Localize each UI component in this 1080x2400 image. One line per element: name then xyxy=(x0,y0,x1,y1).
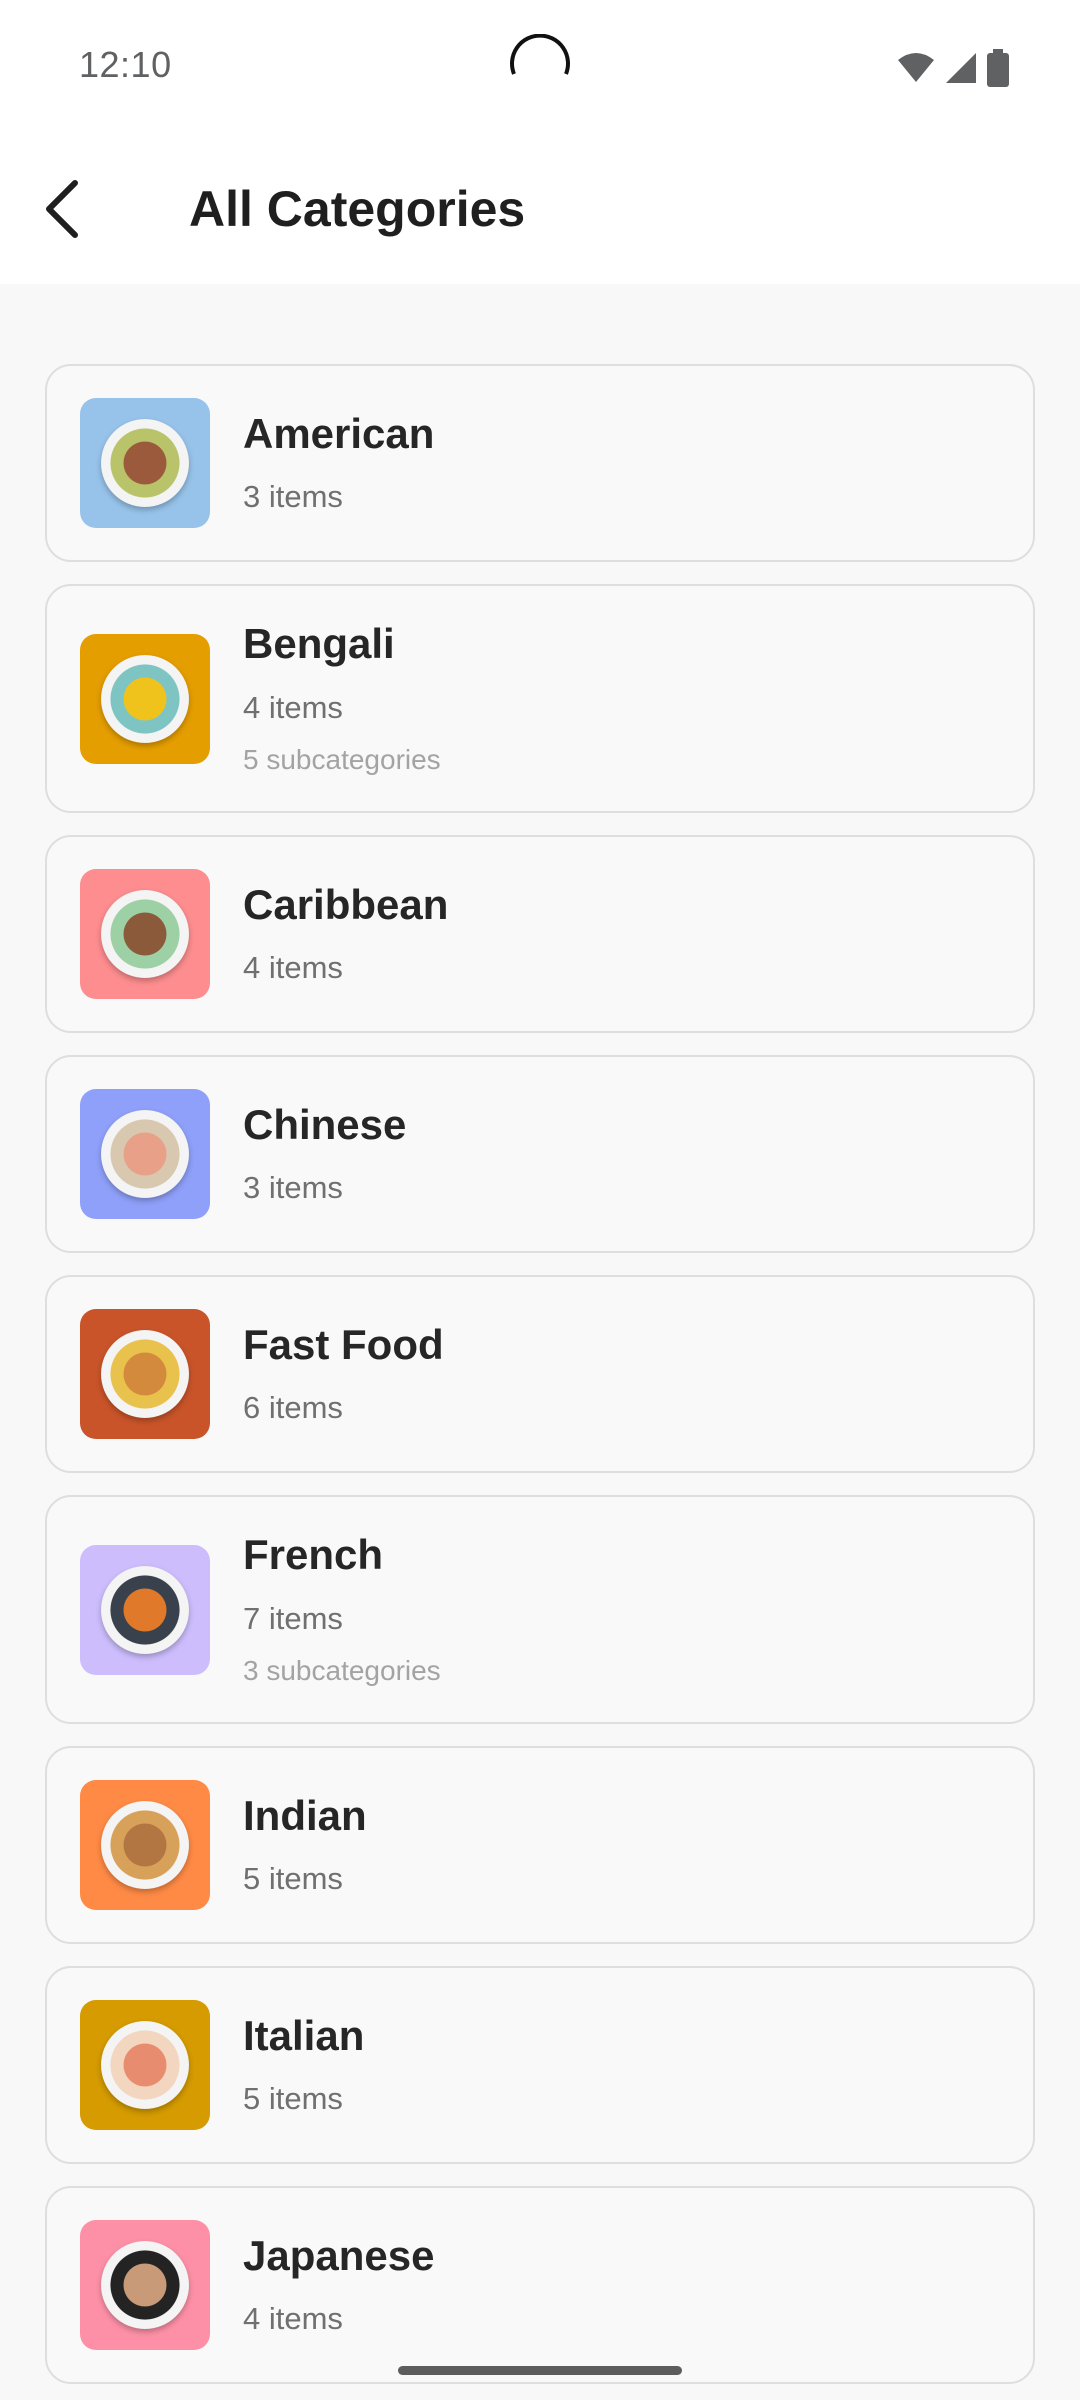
category-thumbnail xyxy=(80,1089,210,1219)
food-plate-image xyxy=(101,419,189,507)
category-thumbnail xyxy=(80,2220,210,2350)
page-title: All Categories xyxy=(189,181,526,237)
category-card[interactable]: French 7 items 3 subcategories xyxy=(45,1495,1035,1724)
category-text: Fast Food 6 items xyxy=(243,1320,444,1426)
category-text: Bengali 4 items 5 subcategories xyxy=(243,621,441,775)
category-card[interactable]: Chinese 3 items xyxy=(45,1055,1035,1253)
category-name: French xyxy=(243,1531,384,1579)
category-text: French 7 items 3 subcategories xyxy=(243,1532,441,1686)
category-item-count: 4 items xyxy=(243,689,343,725)
category-name: Italian xyxy=(243,2011,365,2059)
screen: 12:10 All Categories American 3 items Ben xyxy=(0,0,1080,2400)
category-item-count: 3 items xyxy=(243,1170,343,1206)
status-bar: 12:10 xyxy=(0,0,1080,134)
category-thumbnail xyxy=(80,633,210,764)
food-plate-image xyxy=(101,1330,189,1418)
camera-cutout-icon xyxy=(510,34,570,75)
category-card[interactable]: Indian 5 items xyxy=(45,1746,1035,1944)
category-card[interactable]: Bengali 4 items 5 subcategories xyxy=(45,584,1035,813)
category-thumbnail xyxy=(80,2000,210,2130)
category-item-count: 5 items xyxy=(243,1861,343,1897)
category-card[interactable]: Caribbean 4 items xyxy=(45,835,1035,1033)
category-name: Indian xyxy=(243,1791,367,1839)
food-plate-image xyxy=(101,1110,189,1198)
food-plate-image xyxy=(101,1565,189,1654)
food-plate-image xyxy=(101,1801,189,1889)
wifi-icon xyxy=(898,53,934,82)
category-thumbnail xyxy=(80,869,210,999)
category-list[interactable]: American 3 items Bengali 4 items 5 subcatego… xyxy=(45,364,1035,2400)
back-button[interactable] xyxy=(28,174,98,244)
category-subcategory-count: 5 subcategories xyxy=(243,743,441,775)
category-text: Japanese 4 items xyxy=(243,2231,435,2337)
category-name: Fast Food xyxy=(243,1320,444,1368)
category-text: Chinese 3 items xyxy=(243,1100,407,1206)
category-item-count: 6 items xyxy=(243,1390,343,1426)
category-text: American 3 items xyxy=(243,409,435,515)
category-item-count: 4 items xyxy=(243,2301,343,2337)
category-name: Chinese xyxy=(243,1100,407,1148)
food-plate-image xyxy=(101,2241,189,2329)
food-plate-image xyxy=(101,890,189,978)
category-thumbnail xyxy=(80,1309,210,1439)
category-text: Caribbean 4 items xyxy=(243,880,449,986)
category-subcategory-count: 3 subcategories xyxy=(243,1654,441,1686)
app-bar: All Categories xyxy=(0,134,1080,284)
category-thumbnail xyxy=(80,1544,210,1675)
category-name: Japanese xyxy=(243,2231,435,2279)
category-text: Indian 5 items xyxy=(243,1791,367,1897)
category-card[interactable]: Fast Food 6 items xyxy=(45,1275,1035,1473)
category-item-count: 5 items xyxy=(243,2081,343,2117)
home-indicator[interactable] xyxy=(398,2366,682,2375)
signal-icon xyxy=(946,53,976,83)
category-name: Bengali xyxy=(243,620,395,668)
category-name: Caribbean xyxy=(243,880,449,928)
battery-icon xyxy=(987,49,1009,87)
food-plate-image xyxy=(101,2021,189,2109)
category-card[interactable]: American 3 items xyxy=(45,364,1035,562)
category-thumbnail xyxy=(80,398,210,528)
status-icons xyxy=(896,48,1010,88)
category-thumbnail xyxy=(80,1780,210,1910)
arrow-back-icon xyxy=(46,180,78,238)
category-item-count: 3 items xyxy=(243,479,343,515)
category-card[interactable]: Italian 5 items xyxy=(45,1966,1035,2164)
category-name: American xyxy=(243,409,435,457)
category-item-count: 4 items xyxy=(243,950,343,986)
food-plate-image xyxy=(101,654,189,743)
status-time: 12:10 xyxy=(79,44,172,85)
category-item-count: 7 items xyxy=(243,1600,343,1636)
category-text: Italian 5 items xyxy=(243,2011,365,2117)
category-card[interactable]: Japanese 4 items xyxy=(45,2186,1035,2384)
